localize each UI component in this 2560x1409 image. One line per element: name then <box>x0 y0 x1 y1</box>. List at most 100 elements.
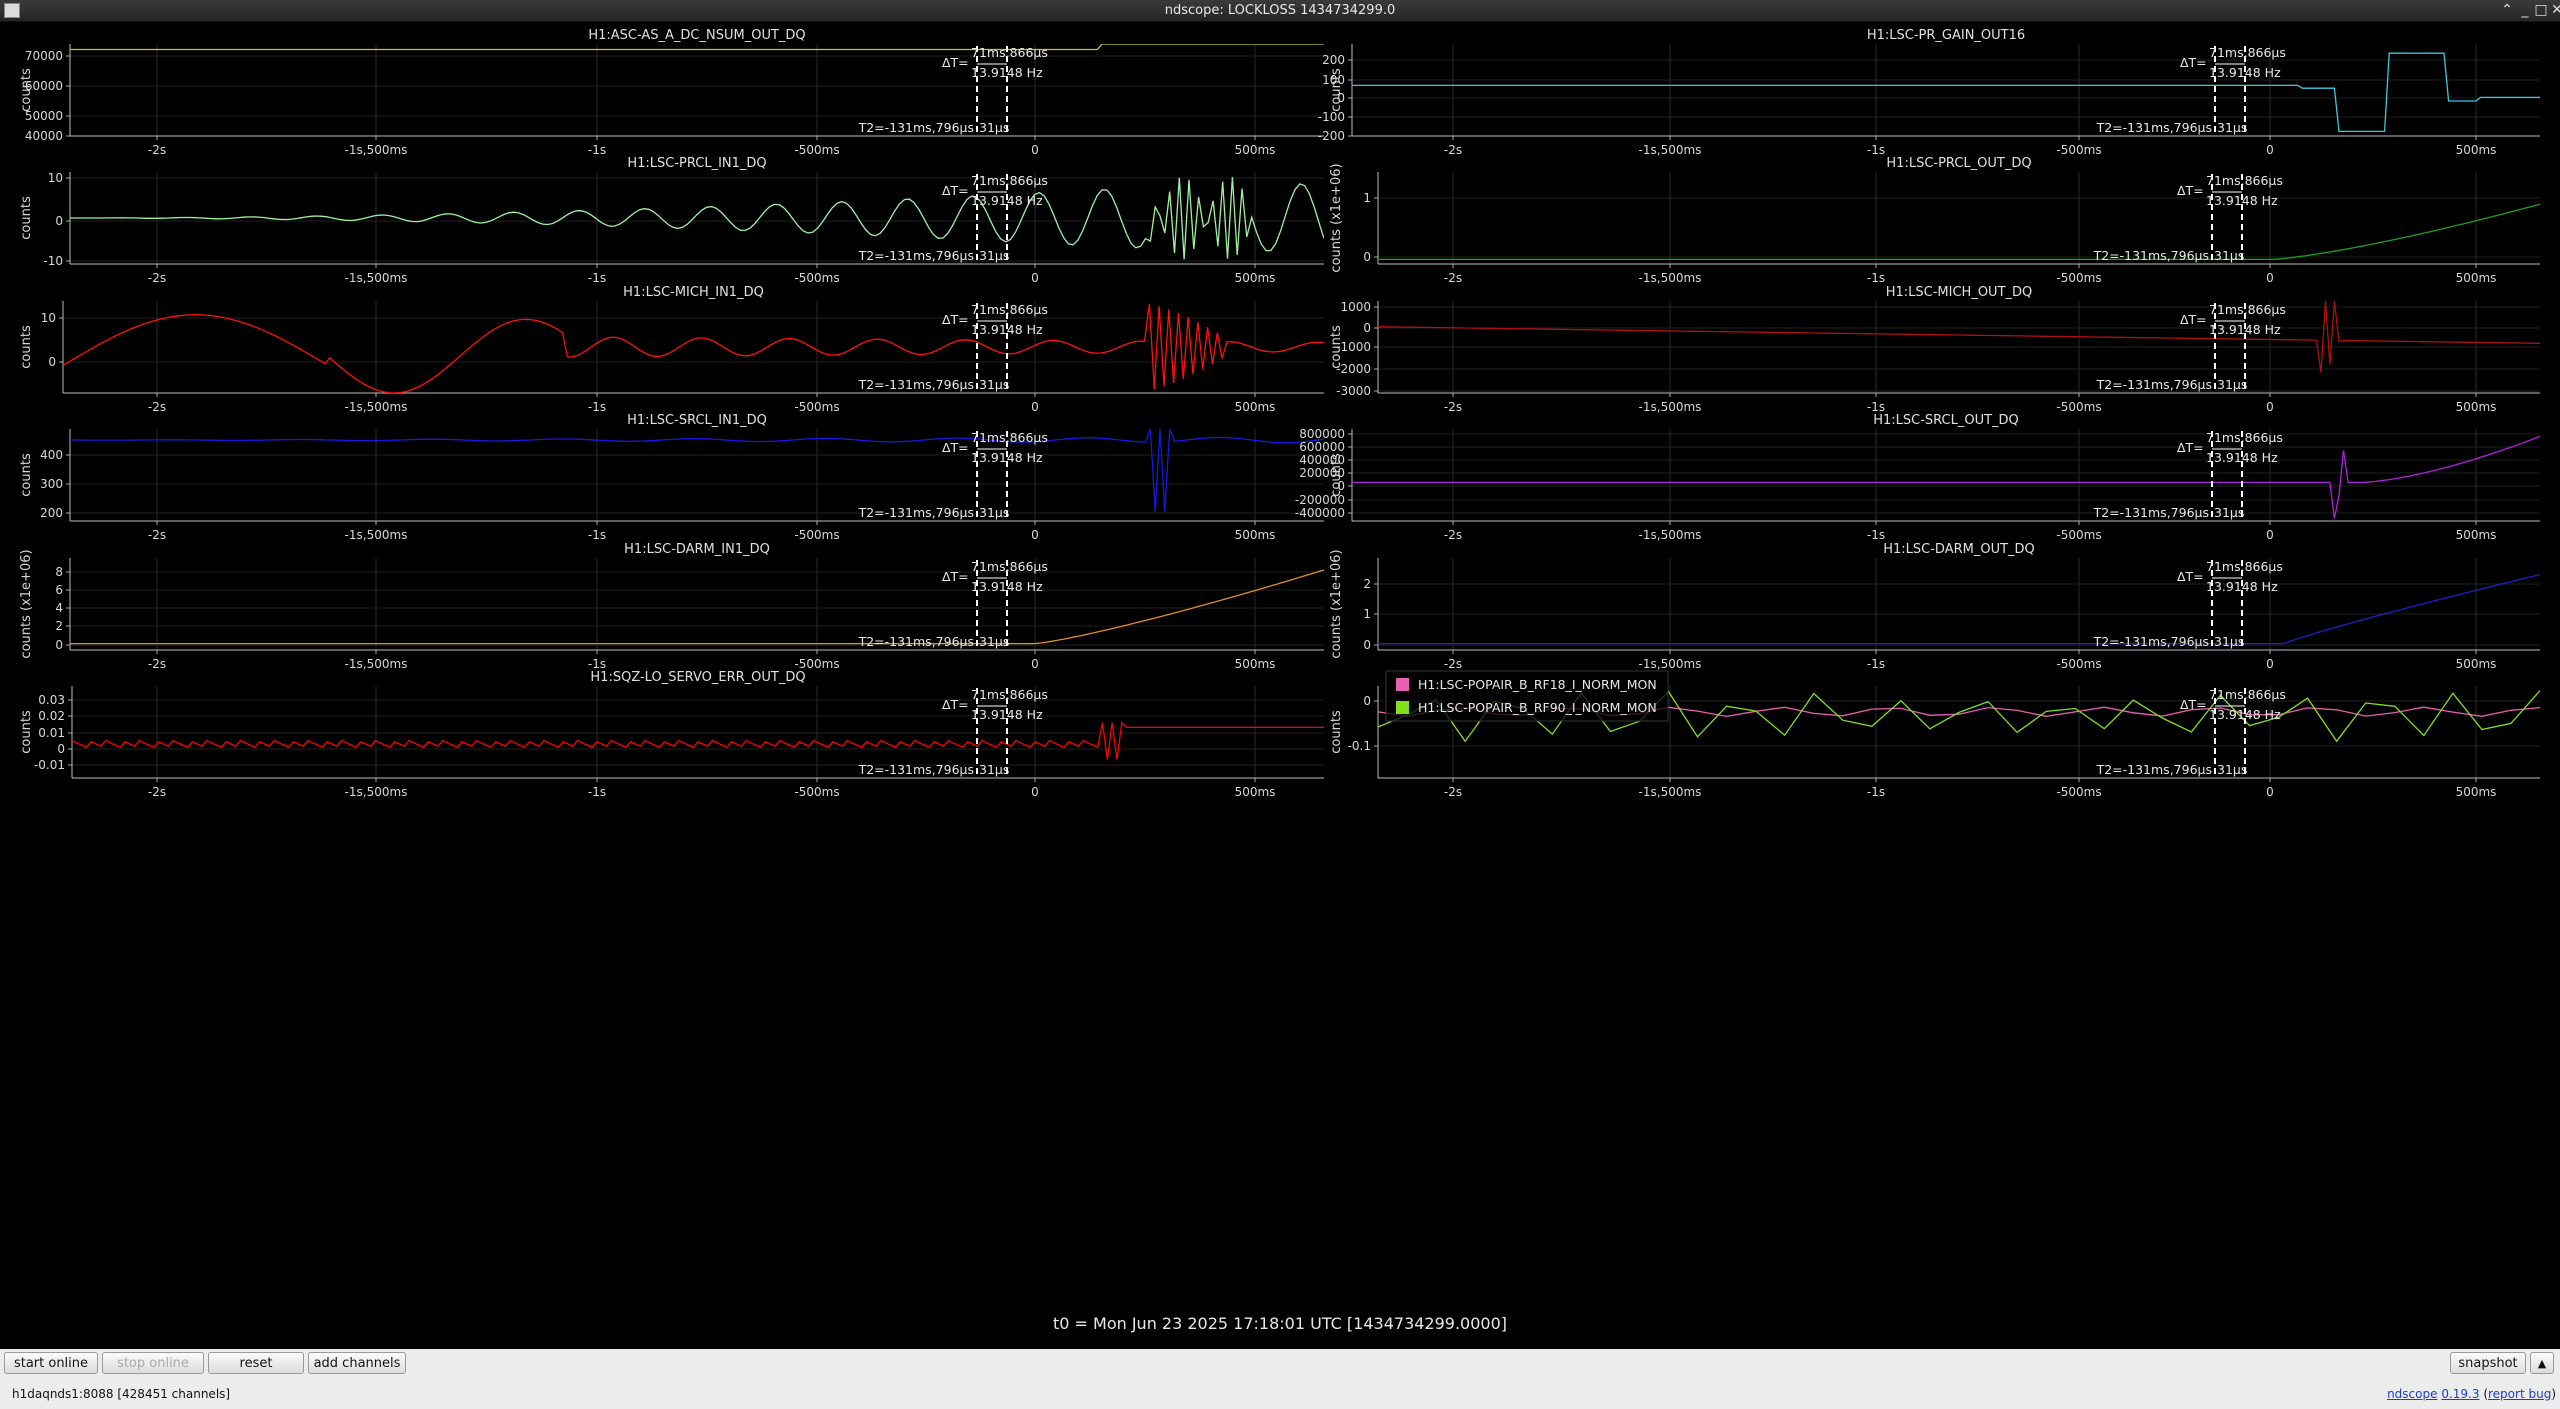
collapse-toggle-icon[interactable]: ▲ <box>2530 1352 2554 1374</box>
y-tick-label: -3000 <box>1336 384 1371 398</box>
x-tick-label: -1s,500ms <box>1639 785 1702 799</box>
plot-panel-4: H1:LSC-PRCL_OUT_DQ -2s -1s,500ms -1s -500ms 0… <box>1329 156 2540 285</box>
y-axis-label: counts <box>1329 453 1344 497</box>
delta-frequency: 13.9148 Hz <box>971 579 1043 594</box>
y-tick-label: 0 <box>1363 638 1371 652</box>
t2-label: T2=-131ms,796μs <box>2096 120 2212 135</box>
y-tick-label: 0 <box>55 214 63 228</box>
y-tick-label: 0.01 <box>38 726 65 740</box>
x-tick-label: -2s <box>1444 143 1462 157</box>
x-tick-label: 500ms <box>2456 271 2497 285</box>
y-tick-label: -400000 <box>1295 506 1345 520</box>
x-tick-label: -2s <box>148 271 166 285</box>
y-axis-label: counts (x1e+06) <box>1329 163 1344 272</box>
delta-t-value: 71ms,866μs <box>2209 687 2286 702</box>
delta-t-label: ΔT= <box>2177 569 2204 584</box>
y-tick-label: 0 <box>57 742 65 756</box>
t2-label-tail: 31μs <box>2214 634 2244 649</box>
x-tick-label: -1s,500ms <box>1639 400 1702 414</box>
legend: H1:LSC-POPAIR_B_RF18_I_NORM_MON H1:LSC-PO… <box>1385 670 1669 722</box>
reset-button[interactable]: reset <box>208 1352 304 1374</box>
plot-panel-9: H1:LSC-DARM_IN1_DQ -2s -1s,500ms -1s -500ms 0… <box>19 542 1324 671</box>
y-axis-label: counts <box>19 453 34 497</box>
delta-t-value: 71ms,866μs <box>2206 559 2283 574</box>
x-tick-label: 500ms <box>2456 400 2497 414</box>
ndscope-link[interactable]: ndscope <box>2387 1387 2437 1401</box>
delta-frequency: 13.9148 Hz <box>971 322 1043 337</box>
t2-label-tail: 31μs <box>2217 762 2247 777</box>
t0-label: t0 = Mon Jun 23 2025 17:18:01 UTC [14347… <box>1052 1314 1508 1333</box>
delta-t-value: 71ms,866μs <box>2209 302 2286 317</box>
plot-panel-11: H1:SQZ-LO_SERVO_ERR_OUT_DQ -2s -1s,500ms -1… <box>19 670 1324 799</box>
add-channels-button[interactable]: add channels <box>308 1352 406 1374</box>
x-tick-label: -2s <box>148 657 166 671</box>
x-tick-label: -1s <box>1867 143 1885 157</box>
legend-entry: H1:LSC-POPAIR_B_RF90_I_NORM_MON <box>1418 700 1657 715</box>
delta-frequency: 13.9148 Hz <box>2206 579 2278 594</box>
plot-title: H1:LSC-SRCL_IN1_DQ <box>627 413 767 428</box>
x-tick-label: -1s <box>588 143 606 157</box>
y-axis-label: counts <box>19 68 34 112</box>
x-tick-label: -2s <box>1444 400 1462 414</box>
y-tick-label: 10 <box>41 311 56 325</box>
y-tick-label: 40000 <box>25 129 63 143</box>
y-tick-label: 10 <box>48 171 63 185</box>
x-tick-label: -1s <box>1867 528 1885 542</box>
t2-label: T2=-131ms,796μs <box>858 505 974 520</box>
t2-label: T2=-131ms,796μs <box>2093 248 2209 263</box>
x-tick-label: -1s <box>1867 271 1885 285</box>
t2-label: T2=-131ms,796μs <box>2093 634 2209 649</box>
y-tick-label: 0 <box>1363 250 1371 264</box>
x-tick-label: 0 <box>2266 528 2274 542</box>
stop-online-button[interactable]: stop online <box>102 1352 204 1374</box>
y-tick-label: 800000 <box>1299 427 1345 441</box>
x-tick-label: 0 <box>2266 143 2274 157</box>
x-tick-label: -1s <box>588 657 606 671</box>
y-tick-label: 6 <box>55 583 63 597</box>
series-line <box>70 429 1324 512</box>
x-tick-label: -1s,500ms <box>345 657 408 671</box>
x-tick-label: -2s <box>1444 657 1462 671</box>
x-tick-label: -500ms <box>2056 271 2101 285</box>
delta-t-label: ΔT= <box>942 569 969 584</box>
start-online-button[interactable]: start online <box>4 1352 98 1374</box>
t2-label: T2=-131ms,796μs <box>2096 762 2212 777</box>
t2-label: T2=-131ms,796μs <box>2093 505 2209 520</box>
y-tick-label: 1 <box>1363 607 1371 621</box>
delta-frequency: 13.9148 Hz <box>971 193 1043 208</box>
y-tick-label: 0.03 <box>38 693 65 707</box>
series-line <box>1378 301 2540 373</box>
plot-title: H1:LSC-DARM_IN1_DQ <box>624 542 770 557</box>
x-tick-label: 500ms <box>1235 143 1276 157</box>
x-tick-label: 500ms <box>1235 271 1276 285</box>
plot-title: H1:LSC-MICH_IN1_DQ <box>623 285 764 300</box>
x-tick-label: -1s <box>1867 400 1885 414</box>
t2-label: T2=-131ms,796μs <box>2096 377 2212 392</box>
x-tick-label: -500ms <box>794 271 839 285</box>
delta-t-label: ΔT= <box>942 183 969 198</box>
version-info: ndscope 0.19.3 (report bug) <box>2387 1387 2556 1401</box>
series-line <box>1352 52 2540 133</box>
x-tick-label: -1s <box>1867 785 1885 799</box>
x-tick-label: -1s <box>588 785 606 799</box>
x-tick-label: -1s <box>1867 657 1885 671</box>
y-tick-label: 200 <box>40 506 63 520</box>
delta-t-label: ΔT= <box>2177 183 2204 198</box>
t2-label: T2=-131ms,796μs <box>858 248 974 263</box>
report-bug-link[interactable]: report bug <box>2488 1387 2551 1401</box>
series-line <box>72 721 1324 760</box>
version-link[interactable]: 0.19.3 <box>2441 1387 2479 1401</box>
x-tick-label: 0 <box>2266 271 2274 285</box>
delta-t-value: 71ms,866μs <box>971 430 1048 445</box>
t2-label: T2=-131ms,796μs <box>858 762 974 777</box>
x-tick-label: 500ms <box>2456 143 2497 157</box>
snapshot-button[interactable]: snapshot <box>2450 1352 2526 1374</box>
x-tick-label: -500ms <box>794 143 839 157</box>
x-tick-label: -500ms <box>794 657 839 671</box>
x-tick-label: -500ms <box>2056 528 2101 542</box>
delta-frequency: 13.9148 Hz <box>2206 450 2278 465</box>
y-tick-label: 0 <box>48 355 56 369</box>
y-axis-label: counts (x1e+06) <box>19 549 34 658</box>
delta-t-value: 71ms,866μs <box>971 687 1048 702</box>
t2-label-tail: 31μs <box>2214 248 2244 263</box>
